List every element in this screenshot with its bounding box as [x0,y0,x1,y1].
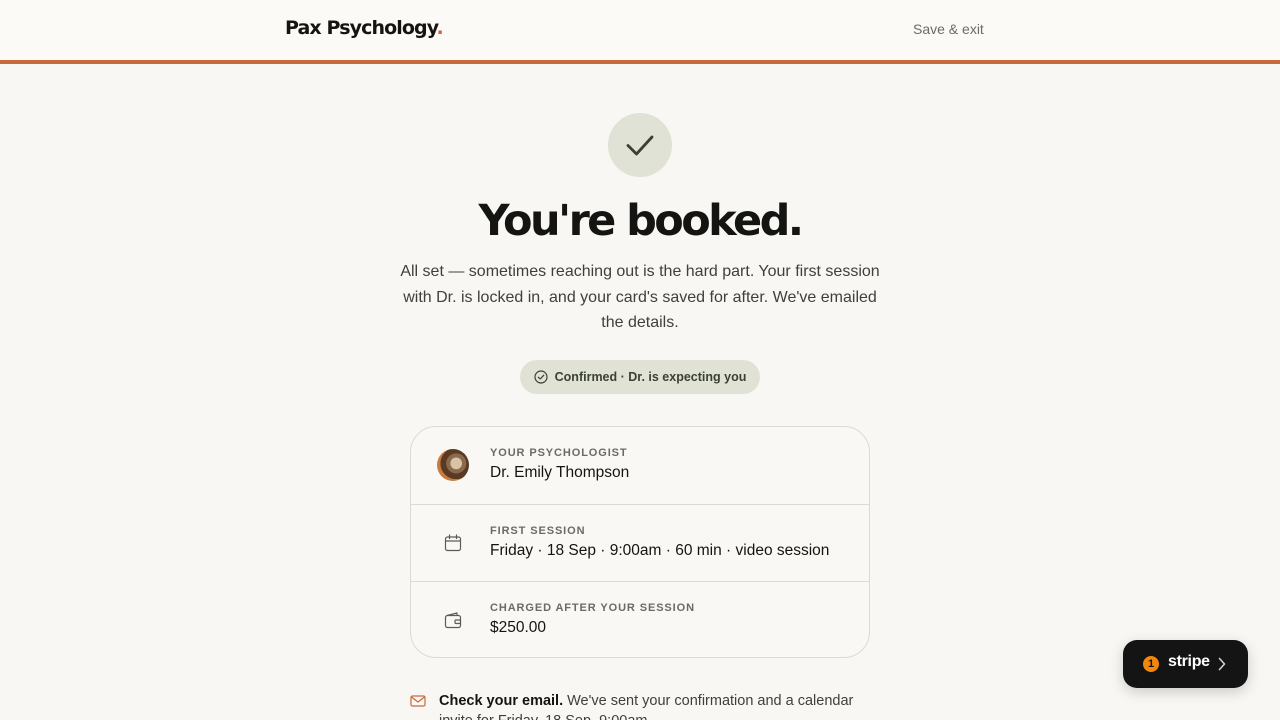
detail-label: FIRST SESSION [490,525,586,537]
calendar-icon [444,534,462,552]
logo-dot: . [436,17,443,39]
detail-value: Dr. Emily Thompson [490,464,630,481]
detail-value: $250.00 [490,619,547,636]
logo[interactable]: Pax Psychology. [285,17,444,39]
row-icon [437,527,469,559]
chevron-right-icon [1218,657,1226,671]
email-note-heading: Check your email. [439,693,564,709]
stripe-logo: stripe [1168,653,1210,670]
logo-text: Pax Psychology [285,17,437,39]
avatar [437,449,469,481]
row-icon [437,604,469,636]
wallet-icon [444,612,462,629]
detail-row-payment: CHARGED AFTER YOUR SESSION $250.00 [411,581,869,657]
detail-value: Friday · 18 Sep · 9:00am · 60 min · vide… [490,542,830,559]
status-badge-label: Confirmed · Dr. is expecting you [554,370,747,384]
check-icon [626,135,654,156]
page-title: You're booked. [478,196,804,246]
row-icon [437,449,469,481]
status-badge: Confirmed · Dr. is expecting you [520,360,760,394]
detail-row-session: FIRST SESSION Friday · 18 Sep · 9:00am ·… [411,504,869,581]
notification-count: 1 [1143,656,1159,672]
save-exit-link[interactable]: Save & exit [913,21,984,37]
detail-row-psychologist: YOUR PSYCHOLOGIST Dr. Emily Thompson [411,427,869,504]
page-subtitle: All set — sometimes reaching out is the … [400,263,880,331]
detail-label: YOUR PSYCHOLOGIST [490,447,628,459]
check-circle-icon [534,370,548,384]
top-bar: Pax Psychology. Save & exit [0,0,1280,64]
detail-label: CHARGED AFTER YOUR SESSION [490,602,695,614]
stripe-badge-button[interactable]: 1 stripe [1123,640,1248,688]
mail-icon [410,695,426,707]
email-note-text: Check your email. We've sent your confir… [439,691,879,720]
success-badge [608,113,672,177]
booking-details-card: YOUR PSYCHOLOGIST Dr. Emily Thompson FIR… [410,426,870,658]
